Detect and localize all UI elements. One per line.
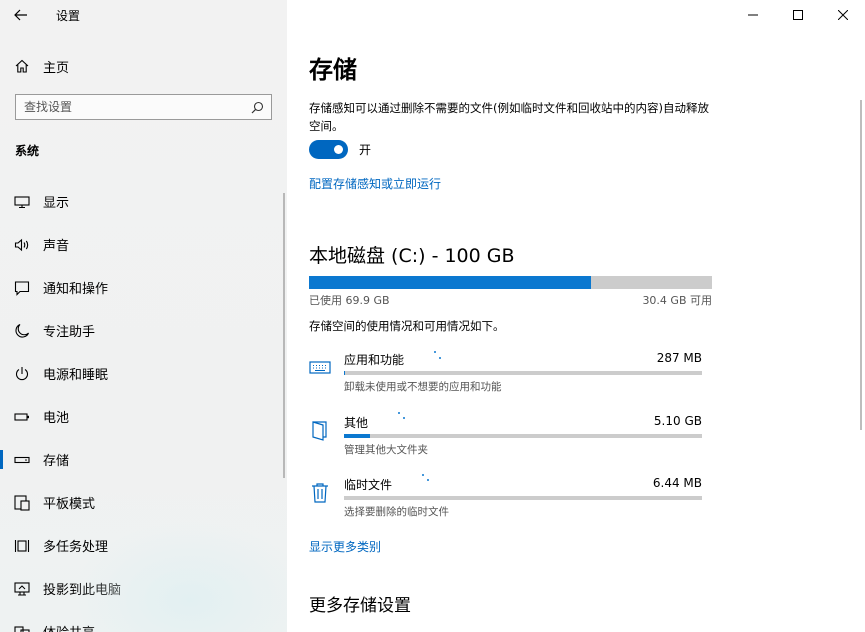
category-subtitle: 管理其他大文件夹 <box>344 444 428 456</box>
close-button[interactable] <box>820 0 865 30</box>
sidebar-item-label: 存储 <box>43 454 70 469</box>
sidebar-item-multitasking[interactable]: 多任务处理 <box>0 524 287 567</box>
sidebar-item-shared-experiences[interactable]: 体验共享 <box>0 610 287 632</box>
storage-icon <box>14 452 30 468</box>
category-subtitle: 卸载未使用或不想要的应用和功能 <box>344 381 502 393</box>
category-size: 6.44 MB <box>652 476 702 490</box>
toggle-state-label: 开 <box>359 143 372 157</box>
notification-icon <box>14 280 30 296</box>
main-content: 存储 存储感知可以通过删除不需要的文件(例如临时文件和回收站中的内容)自动释放空… <box>287 0 865 632</box>
sidebar-item-label: 专注助手 <box>43 325 96 340</box>
search-box[interactable] <box>15 94 272 120</box>
disk-usage-fill <box>309 276 591 289</box>
category-other[interactable]: 其他 5.10 GB 管理其他大文件夹 <box>309 412 709 464</box>
sidebar-item-label: 体验共享 <box>43 622 95 632</box>
speaker-icon <box>14 237 30 253</box>
loading-indicator <box>434 351 446 361</box>
more-storage-settings-title: 更多存储设置 <box>309 596 411 616</box>
loading-indicator <box>422 474 434 484</box>
category-bar <box>344 496 702 500</box>
category-name: 应用和功能 <box>344 353 405 367</box>
power-icon <box>14 366 30 382</box>
sidebar-item-power[interactable]: 电源和睡眠 <box>0 352 287 395</box>
page-title: 存储 <box>309 56 357 84</box>
section-title: 系统 <box>15 144 40 158</box>
back-arrow-icon <box>14 9 27 21</box>
sidebar-item-label: 通知和操作 <box>43 282 109 297</box>
category-apps-features[interactable]: 应用和功能 287 MB 卸载未使用或不想要的应用和功能 <box>309 351 709 401</box>
titlebar-left: 设置 <box>0 0 287 30</box>
maximize-icon <box>792 10 803 20</box>
moon-icon <box>14 323 30 339</box>
toggle-knob <box>334 145 343 154</box>
configure-storage-sense-link[interactable]: 配置存储感知或立即运行 <box>309 175 441 192</box>
sidebar: 设置 主页 系统 显示 声音 通知和操作 <box>0 0 287 632</box>
search-input[interactable] <box>16 100 246 114</box>
main-scrollbar[interactable] <box>860 100 862 430</box>
category-temp-files[interactable]: 临时文件 6.44 MB 选择要删除的临时文件 <box>309 474 709 526</box>
category-subtitle: 选择要删除的临时文件 <box>344 506 449 518</box>
home-icon <box>15 59 29 73</box>
keyboard-icon <box>309 357 331 379</box>
home-label: 主页 <box>43 60 70 76</box>
category-bar-fill <box>344 371 346 375</box>
sidebar-item-label: 电源和睡眠 <box>43 368 109 383</box>
show-more-categories-link[interactable]: 显示更多类别 <box>309 538 381 555</box>
sidebar-item-tablet-mode[interactable]: 平板模式 <box>0 481 287 524</box>
sidebar-item-label: 声音 <box>43 239 70 254</box>
back-button[interactable] <box>8 3 34 27</box>
sidebar-item-battery[interactable]: 电池 <box>0 395 287 438</box>
category-size: 287 MB <box>656 351 702 365</box>
disk-usage-bar <box>309 276 712 289</box>
sidebar-item-focus-assist[interactable]: 专注助手 <box>0 309 287 352</box>
battery-icon <box>14 409 30 425</box>
minimize-icon <box>747 14 758 16</box>
storage-sense-description: 存储感知可以通过删除不需要的文件(例如临时文件和回收站中的内容)自动释放空间。 <box>309 101 709 133</box>
close-icon <box>837 10 848 20</box>
sidebar-item-project-to-pc[interactable]: 投影到此电脑 <box>0 567 287 610</box>
sidebar-item-label: 电池 <box>43 411 70 426</box>
search-icon[interactable] <box>246 96 268 118</box>
sidebar-item-home[interactable]: 主页 <box>0 52 287 80</box>
folder-icon <box>309 420 331 442</box>
sidebar-nav: 显示 声音 通知和操作 专注助手 电源和睡眠 电池 存储 平板模式 多任务处理 … <box>0 180 287 632</box>
project-icon <box>14 581 30 597</box>
sidebar-item-label: 多任务处理 <box>43 540 109 555</box>
loading-indicator <box>398 412 410 422</box>
minimize-button[interactable] <box>730 0 775 30</box>
trash-icon <box>309 482 331 504</box>
multitask-icon <box>14 538 30 554</box>
storage-sense-toggle-row: 开 <box>309 140 371 159</box>
category-bar <box>344 371 702 375</box>
app-title: 设置 <box>56 9 81 23</box>
sidebar-item-label: 投影到此电脑 <box>43 583 122 598</box>
sidebar-item-sound[interactable]: 声音 <box>0 223 287 266</box>
category-name: 临时文件 <box>344 478 393 492</box>
sidebar-item-label: 平板模式 <box>43 497 96 512</box>
tablet-icon <box>14 494 30 511</box>
category-bar-fill <box>344 434 371 438</box>
storage-sense-toggle[interactable] <box>309 140 348 159</box>
category-size: 5.10 GB <box>653 414 702 428</box>
sidebar-item-display[interactable]: 显示 <box>0 180 287 223</box>
sidebar-item-storage[interactable]: 存储 <box>0 438 287 481</box>
category-name: 其他 <box>344 416 369 430</box>
maximize-button[interactable] <box>775 0 820 30</box>
share-icon <box>14 624 30 632</box>
sidebar-item-notifications[interactable]: 通知和操作 <box>0 266 287 309</box>
category-bar <box>344 434 702 438</box>
window-controls <box>730 0 865 30</box>
usage-description: 存储空间的使用情况和可用情况如下。 <box>309 319 505 333</box>
sidebar-item-label: 显示 <box>43 196 70 211</box>
disk-used-label: 已使用 69.9 GB <box>309 294 390 307</box>
display-icon <box>14 194 30 210</box>
disk-free-label: 30.4 GB 可用 <box>642 294 712 307</box>
disk-title: 本地磁盘 (C:) - 100 GB <box>309 245 515 267</box>
sidebar-scrollbar[interactable] <box>283 193 285 478</box>
